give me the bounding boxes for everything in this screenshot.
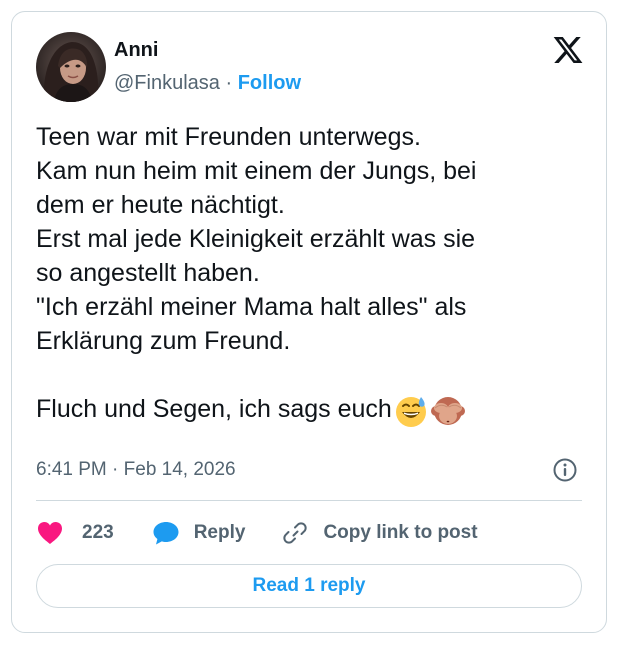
grinning-face-with-sweat-emoji [393, 392, 429, 428]
post-line: Teen war mit Freunden unterwegs. [36, 123, 421, 151]
x-logo-icon[interactable] [552, 34, 584, 66]
avatar[interactable] [36, 32, 106, 102]
post-line: so angestellt haben. [36, 259, 260, 287]
divider [36, 500, 582, 501]
post-line: Erst mal jede Kleinigkeit erzählt was si… [36, 225, 476, 253]
reply-button[interactable]: Reply [152, 520, 246, 546]
post-line-last: Fluch und Segen, ich sags euch [36, 392, 592, 429]
copy-link-button[interactable]: Copy link to post [281, 519, 478, 547]
post-line: Fluch und Segen, ich sags euch [36, 395, 392, 423]
action-bar: 223 Reply Copy link to post [36, 517, 478, 549]
post-card: Anni @Finkulasa · Follow Teen war mit Fr… [11, 11, 607, 633]
author-handle[interactable]: @Finkulasa [114, 72, 220, 94]
see-no-evil-monkey-emoji [430, 392, 466, 428]
link-icon [281, 519, 309, 547]
speech-bubble-icon [152, 520, 180, 546]
handle-separator: · [225, 72, 233, 94]
post-line: Kam nun heim mit einem der Jungs, bei [36, 157, 477, 185]
post-line: dem er heute nächtigt. [36, 191, 285, 219]
like-button[interactable]: 223 [36, 520, 114, 546]
post-timestamp[interactable]: 6:41 PM · Feb 14, 2026 [36, 459, 236, 481]
reply-label: Reply [193, 522, 246, 543]
read-replies-button[interactable]: Read 1 reply [36, 564, 582, 608]
post-line: Erklärung zum Freund. [36, 327, 291, 355]
info-icon[interactable] [552, 457, 578, 483]
heart-icon [36, 520, 64, 546]
post-text: Teen war mit Freunden unterwegs. Kam nun… [36, 120, 592, 429]
author-name[interactable]: Anni [114, 39, 158, 62]
copy-link-label: Copy link to post [323, 522, 478, 543]
author-handle-line: @Finkulasa · Follow [114, 72, 301, 95]
follow-button[interactable]: Follow [238, 72, 301, 94]
post-line: "Ich erzähl meiner Mama halt alles" als [36, 293, 467, 321]
like-count: 223 [82, 522, 114, 543]
